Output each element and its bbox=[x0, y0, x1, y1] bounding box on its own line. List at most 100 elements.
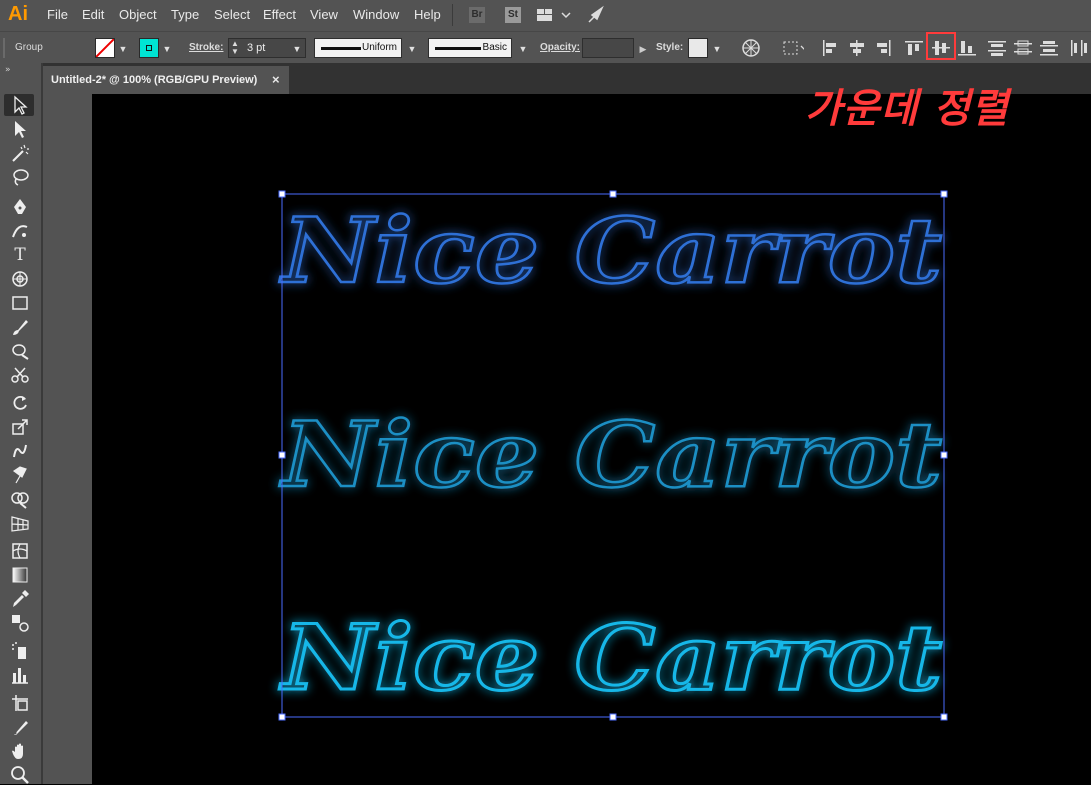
blend-tool-icon[interactable] bbox=[10, 613, 30, 633]
neon-text-top[interactable]: Nice Carrot bbox=[277, 197, 943, 306]
rocket-icon[interactable] bbox=[586, 5, 606, 25]
column-graph-tool-icon[interactable] bbox=[10, 665, 30, 685]
selection-tool-icon[interactable] bbox=[10, 95, 30, 115]
curvature-tool-icon[interactable] bbox=[10, 221, 30, 241]
neon-text-top-label: Nice Carrot bbox=[279, 198, 942, 304]
opacity-arrow-icon[interactable]: ▶ bbox=[636, 42, 650, 56]
collapse-panel-icon[interactable]: » bbox=[5, 65, 11, 75]
close-tab-icon[interactable]: × bbox=[272, 72, 280, 87]
handle-bottom-right[interactable] bbox=[940, 713, 948, 721]
document-tab[interactable]: Untitled-2* @ 100% (RGB/GPU Preview) × bbox=[43, 66, 289, 94]
neon-text-bottom-label: Nice Carrot bbox=[279, 605, 942, 711]
app-logo: Ai bbox=[8, 3, 28, 25]
artboard-tool-icon[interactable] bbox=[10, 693, 30, 713]
control-bar: Group ▼ ▼ Stroke: 3 pt ▲ ▼ ▼ Uniform ▼ Ba… bbox=[0, 31, 1091, 64]
stroke-stepper-icon[interactable]: ▲ ▼ bbox=[231, 40, 239, 56]
canvas-gutter bbox=[43, 94, 92, 784]
shaper-tool-icon[interactable] bbox=[10, 341, 30, 361]
distribute-top-icon[interactable] bbox=[986, 38, 1008, 58]
align-to-selection-icon[interactable] bbox=[782, 38, 804, 58]
handle-middle-left[interactable] bbox=[278, 451, 286, 459]
shape-builder-tool-icon[interactable] bbox=[10, 489, 30, 509]
tools-panel: » T bbox=[0, 63, 43, 784]
zoom-tool-icon[interactable] bbox=[10, 765, 30, 785]
spiral-tool-icon[interactable] bbox=[10, 269, 30, 289]
menu-effect[interactable]: Effect bbox=[263, 7, 296, 22]
menu-separator bbox=[452, 4, 453, 26]
menu-view[interactable]: View bbox=[310, 7, 338, 22]
warp-tool-icon[interactable] bbox=[10, 441, 30, 461]
distribute-bottom-icon[interactable] bbox=[1038, 38, 1060, 58]
brush-label: Basic bbox=[482, 42, 507, 53]
fill-swatch[interactable] bbox=[95, 38, 115, 58]
neon-text-middle-label: Nice Carrot bbox=[279, 402, 942, 508]
scissors-tool-icon[interactable] bbox=[10, 365, 30, 385]
mesh-tool-icon[interactable] bbox=[10, 541, 30, 561]
style-dropdown-icon[interactable]: ▼ bbox=[710, 42, 724, 56]
vertical-align-bottom-icon[interactable] bbox=[956, 38, 978, 58]
stroke-dropdown-icon[interactable]: ▼ bbox=[160, 42, 174, 56]
perspective-grid-tool-icon[interactable] bbox=[10, 513, 30, 533]
symbol-sprayer-tool-icon[interactable] bbox=[10, 641, 30, 661]
handle-top-left[interactable] bbox=[278, 190, 286, 198]
graphic-style-swatch[interactable] bbox=[688, 38, 708, 58]
arrange-documents-icon[interactable] bbox=[536, 7, 572, 23]
brush-definition[interactable]: Basic bbox=[428, 38, 512, 58]
stroke-label[interactable]: Stroke: bbox=[189, 42, 223, 53]
handle-middle-right[interactable] bbox=[940, 451, 948, 459]
stroke-weight-dropdown-icon[interactable]: ▼ bbox=[290, 42, 304, 56]
recolor-artwork-icon[interactable] bbox=[740, 38, 762, 58]
horizontal-align-left-icon[interactable] bbox=[820, 38, 842, 58]
selection-type-label: Group bbox=[15, 42, 43, 53]
fill-dropdown-icon[interactable]: ▼ bbox=[116, 42, 130, 56]
magic-wand-tool-icon[interactable] bbox=[10, 143, 30, 163]
menu-type[interactable]: Type bbox=[171, 7, 199, 22]
paintbrush-tool-icon[interactable] bbox=[10, 317, 30, 337]
eyedropper-tool-icon[interactable] bbox=[10, 589, 30, 609]
distribute-left-icon[interactable] bbox=[1068, 38, 1090, 58]
horizontal-align-center-icon[interactable] bbox=[846, 38, 868, 58]
rectangle-tool-icon[interactable] bbox=[10, 293, 30, 313]
vertical-align-center-icon[interactable] bbox=[930, 38, 952, 58]
menu-edit[interactable]: Edit bbox=[82, 7, 104, 22]
menu-bar: Ai File Edit Object Type Select Effect V… bbox=[0, 0, 1091, 31]
variable-width-profile[interactable]: Uniform bbox=[314, 38, 402, 58]
profile-label: Uniform bbox=[361, 42, 397, 53]
slice-tool-icon[interactable] bbox=[10, 717, 30, 737]
pen-tool-icon[interactable] bbox=[10, 197, 30, 217]
document-tab-title: Untitled-2* @ 100% (RGB/GPU Preview) bbox=[51, 74, 258, 86]
profile-dropdown-icon[interactable]: ▼ bbox=[405, 42, 419, 56]
handle-bottom-center[interactable] bbox=[609, 713, 617, 721]
handle-top-center[interactable] bbox=[609, 190, 617, 198]
stroke-swatch[interactable] bbox=[139, 38, 159, 58]
lasso-tool-icon[interactable] bbox=[10, 167, 30, 187]
artboard-canvas[interactable]: Nice Carrot Nice Carrot Nice Carrot bbox=[92, 94, 1091, 784]
bridge-button[interactable]: Br bbox=[469, 7, 485, 23]
rotate-tool-icon[interactable] bbox=[10, 393, 30, 413]
menu-select[interactable]: Select bbox=[214, 7, 250, 22]
artwork-svg: Nice Carrot Nice Carrot Nice Carrot bbox=[277, 190, 948, 721]
menu-file[interactable]: File bbox=[47, 7, 68, 22]
opacity-label[interactable]: Opacity: bbox=[540, 42, 580, 53]
brush-dropdown-icon[interactable]: ▼ bbox=[516, 42, 530, 56]
annotation-label: 가운데 정렬 bbox=[805, 86, 1009, 132]
direct-selection-tool-icon[interactable] bbox=[10, 119, 30, 139]
menu-window[interactable]: Window bbox=[353, 7, 399, 22]
neon-text-bottom[interactable]: Nice Carrot bbox=[277, 604, 943, 713]
vertical-align-top-icon[interactable] bbox=[903, 38, 925, 58]
stock-button[interactable]: St bbox=[505, 7, 521, 23]
handle-bottom-left[interactable] bbox=[278, 713, 286, 721]
menu-help[interactable]: Help bbox=[414, 7, 441, 22]
horizontal-align-right-icon[interactable] bbox=[872, 38, 894, 58]
menu-object[interactable]: Object bbox=[119, 7, 157, 22]
scale-tool-icon[interactable] bbox=[10, 417, 30, 437]
handle-top-right[interactable] bbox=[940, 190, 948, 198]
distribute-vertical-center-icon[interactable] bbox=[1012, 38, 1034, 58]
hand-tool-icon[interactable] bbox=[10, 741, 30, 761]
gradient-tool-icon[interactable] bbox=[10, 565, 30, 585]
neon-text-middle[interactable]: Nice Carrot bbox=[277, 401, 943, 510]
puppet-warp-tool-icon[interactable] bbox=[10, 465, 30, 485]
type-tool-icon[interactable]: T bbox=[10, 245, 30, 265]
style-label: Style: bbox=[656, 42, 684, 53]
opacity-field[interactable] bbox=[582, 38, 634, 58]
